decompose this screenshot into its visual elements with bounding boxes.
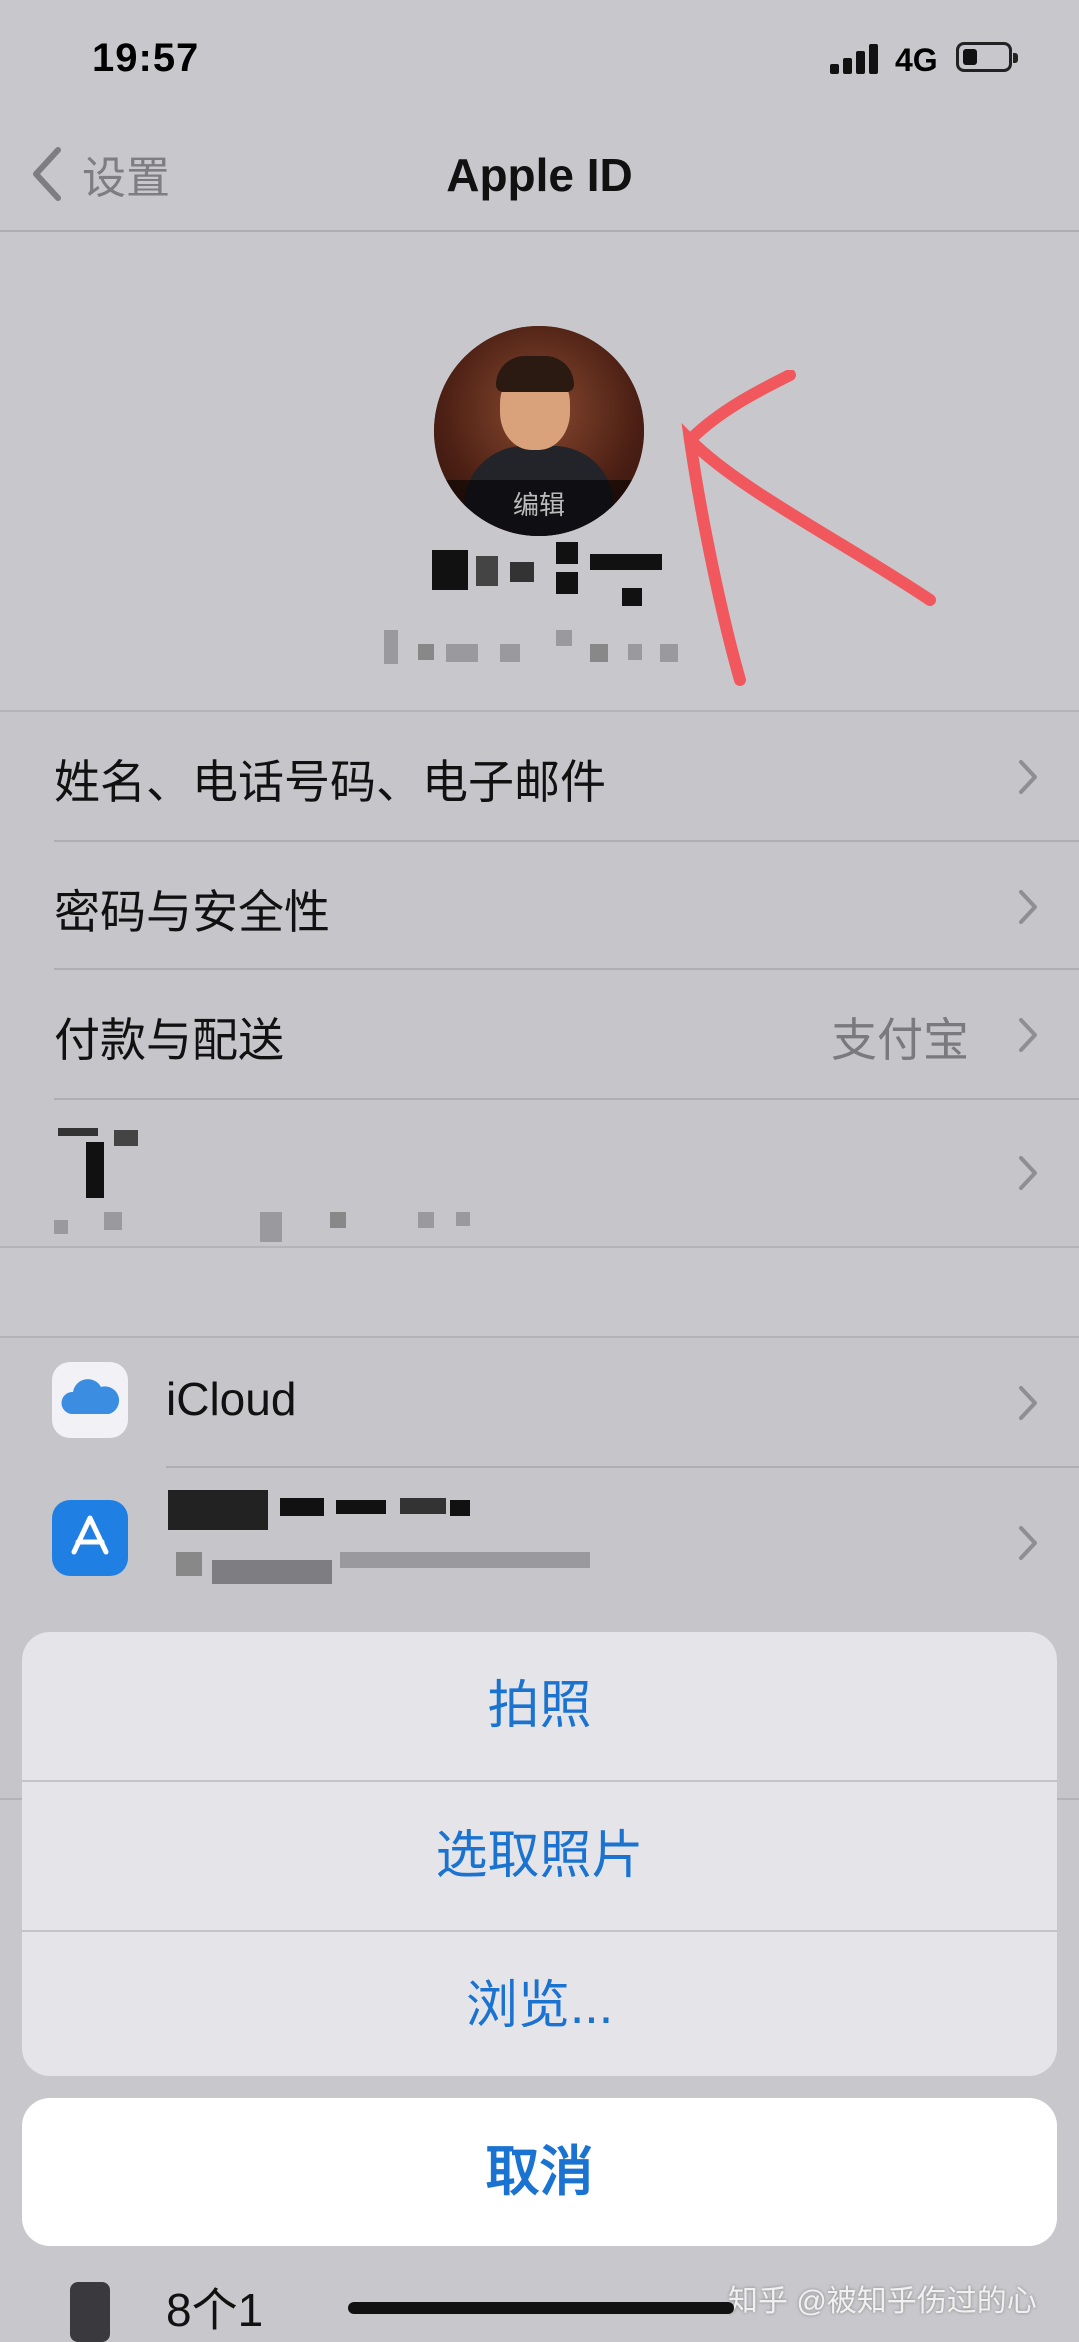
row-label: 付款与配送 [54,1014,284,1066]
iphone-device-icon [70,2282,110,2342]
row-name-phone-email[interactable]: 姓名、电话号码、电子邮件 [0,712,1079,840]
browse-button[interactable]: 浏览... [22,1932,1057,2076]
status-time: 19:57 [92,36,200,80]
chevron-right-icon [1019,1386,1037,1420]
row-redacted-subscriptions[interactable] [0,1100,1079,1244]
icloud-icon [52,1362,128,1438]
row-label: iCloud [166,1373,297,1425]
row-media-purchases[interactable] [0,1468,1079,1618]
avatar-edit-label: 编辑 [434,480,644,536]
watermark: 知乎 @被知乎伤过的心 [728,2285,1037,2318]
action-sheet: 拍照 选取照片 浏览... [22,1632,1057,2076]
chevron-right-icon [1019,1018,1037,1052]
annotation-arrow [681,370,936,686]
account-settings-group: 姓名、电话号码、电子邮件 密码与安全性 付款与配送 支付宝 [0,710,1079,1248]
row-value: 支付宝 [831,1014,969,1066]
chevron-right-icon [1019,1156,1037,1190]
cellular-signal-icon [830,44,882,74]
chevron-right-icon [1019,760,1037,794]
status-bar: 19:57 4G [0,0,1079,120]
navigation-bar: 设置 Apple ID [0,120,1079,232]
page-title: Apple ID [446,149,633,201]
app-store-icon [52,1500,128,1576]
network-type: 4G [895,42,938,78]
row-label: 姓名、电话号码、电子邮件 [54,756,606,808]
avatar[interactable]: 编辑 [434,326,644,536]
take-photo-button[interactable]: 拍照 [22,1632,1057,1780]
row-icloud[interactable]: iCloud [0,1338,1079,1466]
chevron-right-icon [1019,1526,1037,1560]
chevron-right-icon [1019,890,1037,924]
row-label: 8个1 [166,2284,264,2336]
row-password-security[interactable]: 密码与安全性 [0,842,1079,970]
choose-photo-button[interactable]: 选取照片 [22,1782,1057,1930]
row-label: 密码与安全性 [54,886,330,938]
battery-icon [956,42,1018,72]
cancel-button[interactable]: 取消 [22,2098,1057,2246]
row-payment-shipping[interactable]: 付款与配送 支付宝 [0,970,1079,1098]
home-indicator[interactable] [348,2302,734,2314]
